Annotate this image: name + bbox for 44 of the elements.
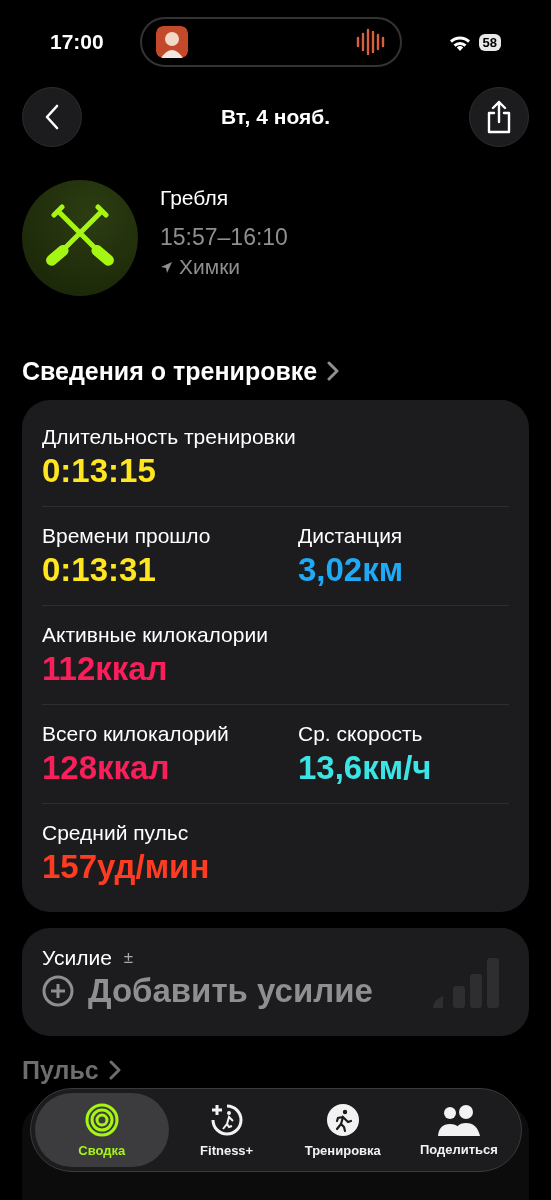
add-icon (42, 975, 74, 1007)
running-icon (325, 1102, 360, 1137)
stat-value: 0:13:15 (42, 451, 157, 491)
tab[interactable]: Тренировка (284, 1093, 401, 1167)
location-icon (160, 260, 173, 274)
effort-label: Усилие (42, 946, 112, 970)
stat-label: Ср. скорость (298, 721, 424, 747)
stat-value: 128ккал (42, 748, 171, 788)
tab[interactable]: Fitness+ (168, 1093, 285, 1167)
effort-card[interactable]: Усилие ± Добавить усилие (22, 928, 529, 1036)
stat-label: Длительность тренировки (42, 424, 297, 450)
dynamic-island[interactable] (140, 17, 402, 67)
people-icon (436, 1103, 481, 1136)
app-icon[interactable] (156, 26, 188, 58)
fitness-plus-icon (209, 1102, 244, 1137)
stat-label: Времени прошло (42, 523, 212, 549)
stat-label: Средний пульс (42, 820, 190, 846)
workout-name: Гребля (160, 186, 230, 210)
tab[interactable]: Сводка (35, 1093, 169, 1167)
stat-label: Всего килокалорий (42, 721, 230, 747)
chevron-icon (327, 361, 340, 381)
waveform-icon (356, 27, 386, 57)
status-time: 17:00 (50, 30, 105, 54)
rings-icon (84, 1102, 119, 1137)
chevron-icon (108, 1060, 121, 1080)
back-icon (44, 104, 60, 130)
share-icon (485, 100, 513, 134)
stat-value: 3,02км (298, 550, 405, 590)
plus-minus-sign: ± (123, 948, 134, 968)
section-title[interactable]: Пульс (22, 1056, 99, 1084)
stat-label: Дистанция (298, 523, 404, 549)
stat-value: 0:13:31 (42, 550, 157, 590)
stat-label: Активные килокалории (42, 622, 269, 648)
date-title: Вт, 4 нояб. (220, 105, 331, 129)
stat-value: 112ккал (42, 649, 169, 689)
add-effort-button[interactable]: Добавить усилие (88, 972, 373, 1010)
rowing-icon (22, 180, 138, 296)
stat-value: 157уд/мин (42, 847, 211, 887)
workout-time: 15:57–16:10 (160, 224, 288, 251)
workout-location: Химки (179, 255, 241, 279)
stat-value: 13,6км/ч (298, 748, 433, 788)
tab[interactable]: Поделиться (400, 1093, 517, 1167)
section-title[interactable]: Сведения о тренировке (22, 356, 318, 386)
battery-indicator: 58 (478, 33, 501, 51)
